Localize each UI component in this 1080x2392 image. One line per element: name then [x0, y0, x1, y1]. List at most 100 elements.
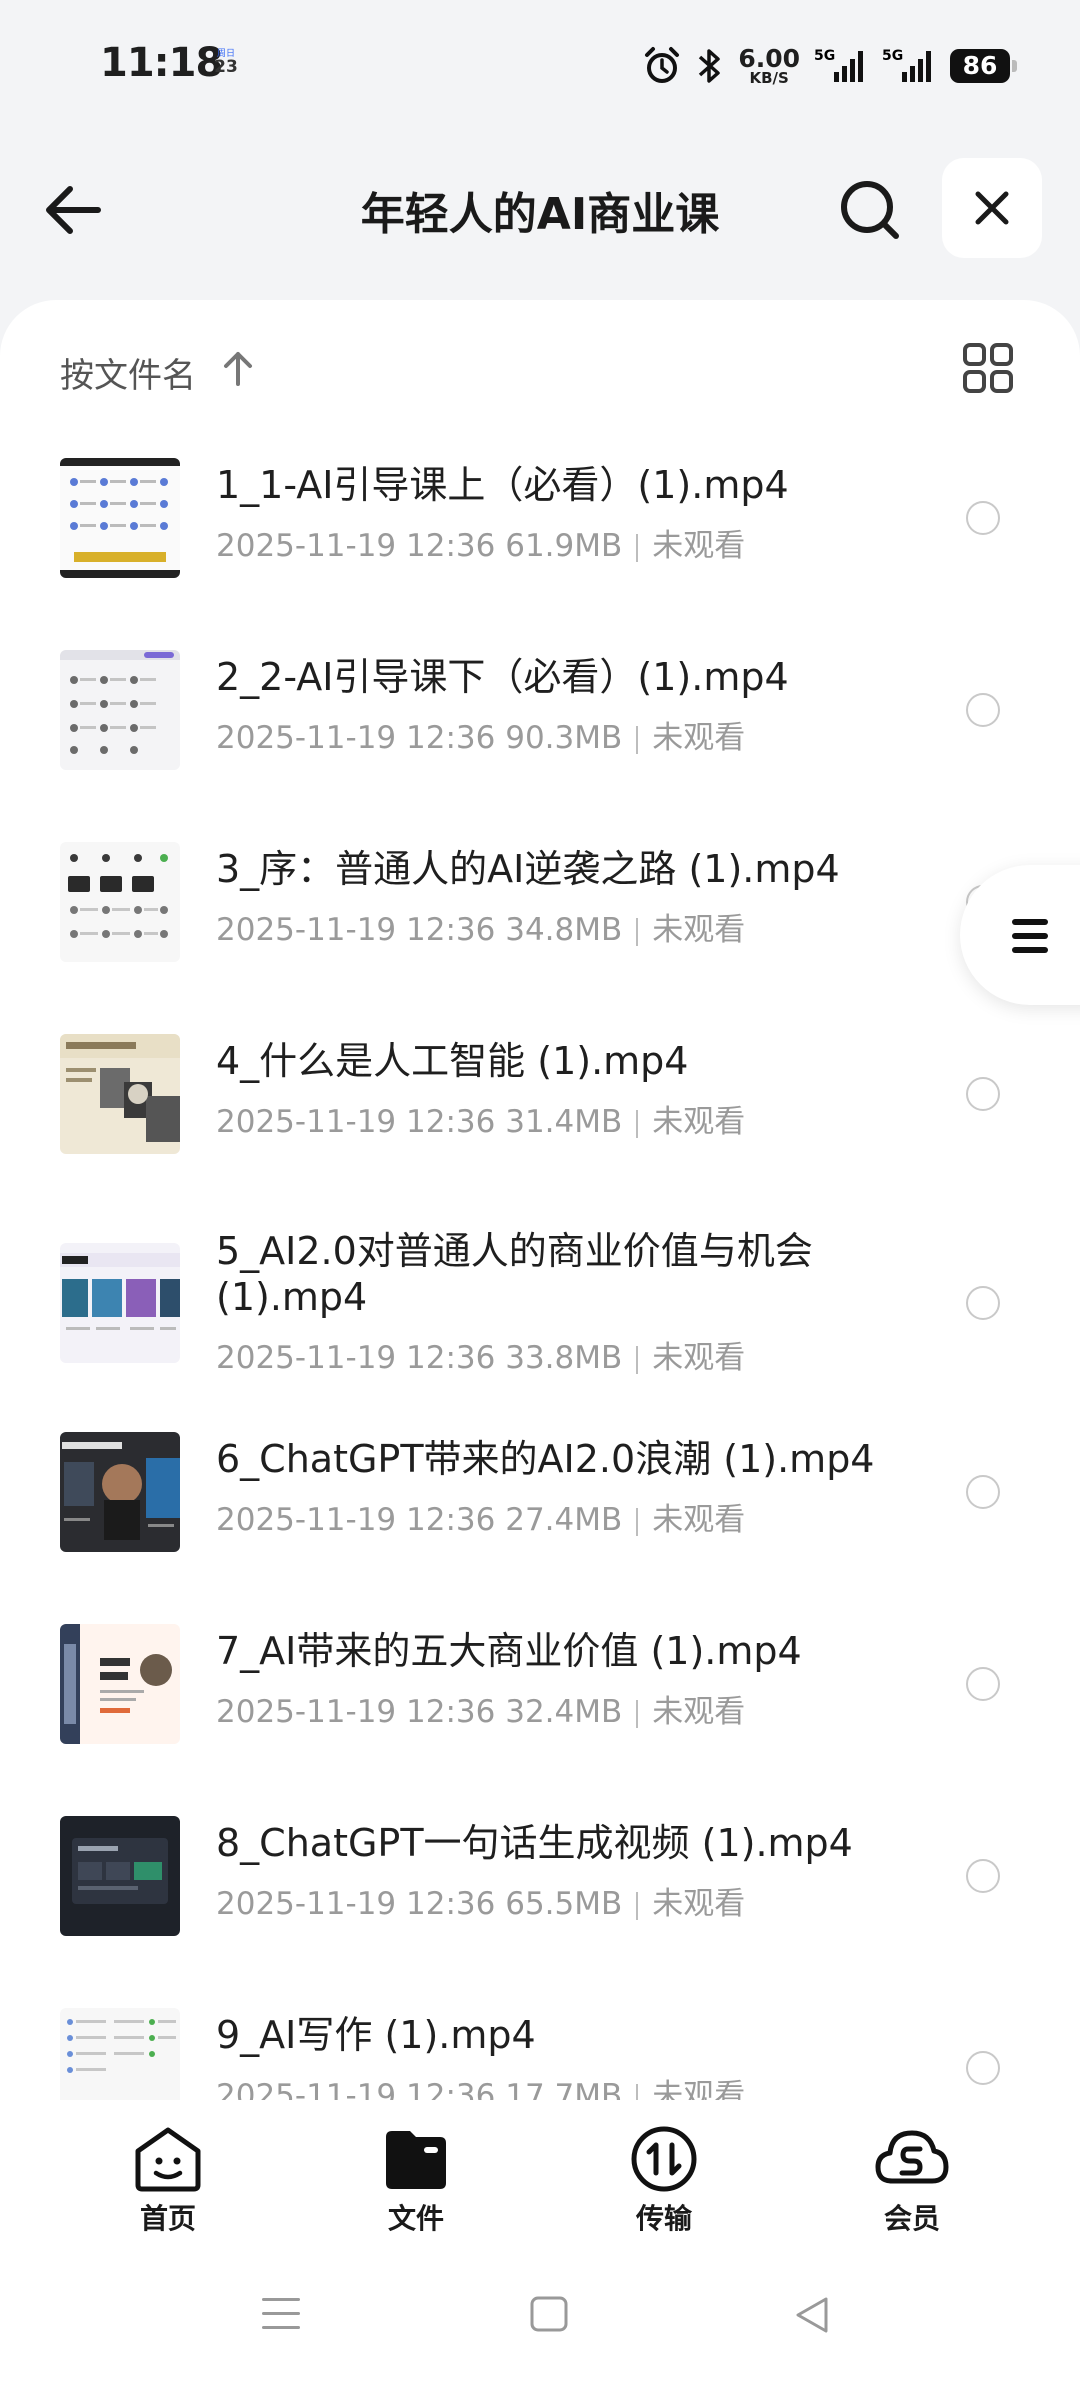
watch-status: 未观看: [652, 720, 746, 756]
video-thumbnail: [60, 1243, 180, 1363]
watch-status: 未观看: [652, 1502, 746, 1538]
sort-by-filename-button[interactable]: 按文件名: [60, 348, 196, 397]
app-header: 年轻人的AI商业课: [0, 150, 1080, 270]
watch-status: 未观看: [652, 1886, 746, 1922]
menu-icon: [1012, 919, 1048, 953]
file-row[interactable]: 8_ChatGPT一句话生成视频 (1).mp4 2025-11-19 12:3…: [0, 1802, 1080, 1992]
close-button[interactable]: [942, 158, 1042, 258]
file-row[interactable]: 4_什么是人工智能 (1).mp4 2025-11-19 12:36 31.4M…: [0, 1016, 1080, 1206]
video-thumbnail: [60, 2008, 180, 2100]
file-name: 2_2-AI引导课下（必看）(1).mp4: [216, 655, 789, 699]
svg-text:5G: 5G: [882, 48, 903, 64]
video-thumbnail: [60, 650, 180, 770]
file-list-sheet: 按文件名 1_1-AI引导课上（必看）(1).mp4 2025-11-19 12…: [0, 300, 1080, 2100]
video-thumbnail: [60, 1034, 180, 1154]
file-row[interactable]: 3_序：普通人的AI逆袭之路 (1).mp4 2025-11-19 12:36 …: [0, 824, 1080, 1014]
sort-ascending-icon[interactable]: [220, 348, 256, 388]
watch-status: 未观看: [652, 912, 746, 948]
file-date: 2025-11-19 12:36: [216, 1886, 496, 1922]
file-date: 2025-11-19 12:36: [216, 1104, 496, 1140]
close-icon: [975, 191, 1009, 225]
cloud-vip-icon: [875, 2130, 949, 2184]
file-meta: 2025-11-19 12:36 34.8MB 未观看: [216, 904, 745, 949]
meta-divider: [636, 533, 639, 562]
transfer-icon: [631, 2126, 697, 2192]
file-meta: 2025-11-19 12:36 17.7MB 未观看: [216, 2070, 745, 2100]
file-date: 2025-11-19 12:36: [216, 528, 496, 564]
meta-divider: [636, 1109, 639, 1138]
file-name: 3_序：普通人的AI逆袭之路 (1).mp4: [216, 847, 840, 891]
back-triangle-icon: [796, 2297, 828, 2333]
video-thumbnail: [60, 1432, 180, 1552]
file-row[interactable]: 1_1-AI引导课上（必看）(1).mp4 2025-11-19 12:36 6…: [0, 440, 1080, 630]
file-name: 4_什么是人工智能 (1).mp4: [216, 1039, 689, 1083]
file-date: 2025-11-19 12:36: [216, 1694, 496, 1730]
watch-status: 未观看: [652, 2078, 746, 2100]
file-meta: 2025-11-19 12:36 32.4MB 未观看: [216, 1686, 745, 1731]
file-row[interactable]: 9_AI写作 (1).mp4 2025-11-19 12:36 17.7MB 未观…: [0, 1994, 1080, 2100]
recent-apps-button[interactable]: [262, 2296, 300, 2334]
tab-membership[interactable]: 会员: [832, 2125, 992, 2245]
status-time: 11:18: [100, 40, 223, 86]
video-thumbnail: [60, 1624, 180, 1744]
select-radio[interactable]: [966, 501, 1000, 535]
file-date: 2025-11-19 12:36: [216, 2078, 496, 2100]
video-thumbnail: [60, 1816, 180, 1936]
home-square-icon: [530, 2296, 568, 2332]
watch-status: 未观看: [652, 1104, 746, 1140]
meta-divider: [636, 1699, 639, 1728]
watch-status: 未观看: [652, 1340, 746, 1376]
home-button[interactable]: [530, 2296, 568, 2336]
file-size: 33.8MB: [505, 1340, 623, 1376]
signal-5g-icon: 5G: [814, 48, 863, 82]
file-name: 8_ChatGPT一句话生成视频 (1).mp4: [216, 1821, 853, 1865]
network-speed: 6.00 KB/S: [738, 46, 800, 86]
grid-view-button[interactable]: [962, 342, 1014, 394]
tab-transfer[interactable]: 传输: [584, 2125, 744, 2245]
grid-view-icon: [963, 343, 1013, 393]
network-speed-unit: KB/S: [749, 69, 789, 87]
tab-home[interactable]: 首页: [88, 2125, 248, 2245]
select-radio[interactable]: [966, 2051, 1000, 2085]
video-thumbnail: [60, 458, 180, 578]
tab-files-label: 文件: [387, 2202, 444, 2235]
select-radio[interactable]: [966, 693, 1000, 727]
bottom-tab-bar: 首页 文件 传输 会员: [0, 2100, 1080, 2250]
watch-status: 未观看: [652, 1694, 746, 1730]
tab-files[interactable]: 文件: [336, 2125, 496, 2245]
alarm-icon: [645, 47, 680, 83]
meta-divider: [636, 1345, 639, 1374]
file-meta: 2025-11-19 12:36 90.3MB 未观看: [216, 712, 745, 757]
page-title: 年轻人的AI商业课: [360, 189, 720, 240]
video-thumbnail: [60, 842, 180, 962]
file-meta: 2025-11-19 12:36 27.4MB 未观看: [216, 1494, 745, 1539]
file-size: 65.5MB: [505, 1886, 623, 1922]
tab-transfer-label: 传输: [635, 2202, 692, 2235]
calendar-date-icon: 周日 23: [210, 50, 242, 84]
file-name: 1_1-AI引导课上（必看）(1).mp4: [216, 463, 789, 507]
signal-5g-icon-2: 5G: [882, 48, 931, 82]
file-row[interactable]: 7_AI带来的五大商业价值 (1).mp4 2025-11-19 12:36 3…: [0, 1610, 1080, 1800]
file-row[interactable]: 6_ChatGPT带来的AI2.0浪潮 (1).mp4 2025-11-19 1…: [0, 1418, 1080, 1608]
meta-divider: [636, 725, 639, 754]
search-button[interactable]: [836, 176, 904, 244]
back-nav-button[interactable]: [794, 2296, 830, 2338]
file-size: 32.4MB: [505, 1694, 623, 1730]
file-meta: 2025-11-19 12:36 61.9MB 未观看: [216, 520, 745, 565]
smile-home-icon: [135, 2127, 201, 2192]
select-radio[interactable]: [966, 1286, 1000, 1320]
status-icons: 6.00 KB/S 5G 5G 86: [642, 42, 1017, 90]
file-meta: 2025-11-19 12:36 65.5MB 未观看: [216, 1878, 745, 1923]
select-radio[interactable]: [966, 1475, 1000, 1509]
meta-divider: [636, 1891, 639, 1920]
bluetooth-icon: [699, 49, 721, 83]
file-row[interactable]: 5_AI2.0对普通人的商业价值与机会 (1).mp4 2025-11-19 1…: [0, 1208, 1080, 1418]
file-size: 31.4MB: [505, 1104, 623, 1140]
select-radio[interactable]: [966, 1077, 1000, 1111]
svg-text:5G: 5G: [814, 48, 835, 64]
select-radio[interactable]: [966, 1859, 1000, 1893]
select-radio[interactable]: [966, 1667, 1000, 1701]
file-list: 1_1-AI引导课上（必看）(1).mp4 2025-11-19 12:36 6…: [0, 440, 1080, 2100]
file-row[interactable]: 2_2-AI引导课下（必看）(1).mp4 2025-11-19 12:36 9…: [0, 632, 1080, 822]
file-size: 27.4MB: [505, 1502, 623, 1538]
